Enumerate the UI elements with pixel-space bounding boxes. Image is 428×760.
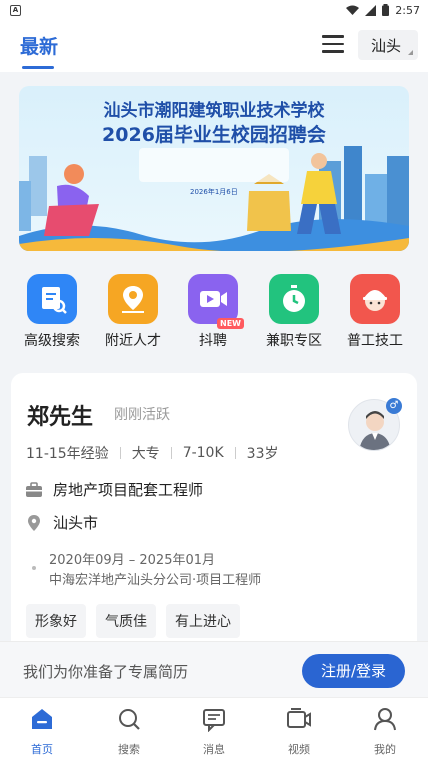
wifi-icon: [346, 5, 360, 15]
register-login-button[interactable]: 注册/登录: [302, 654, 405, 688]
tag-list: 形象好 气质佳 有上进心: [26, 604, 240, 638]
banner-title-2: 2026届毕业生校园招聘会: [102, 124, 326, 146]
register-prompt-text: 我们为你准备了专属简历: [23, 663, 189, 681]
status-bar: A 2:57: [0, 0, 428, 20]
worker-icon: [350, 274, 400, 324]
quick-entry-nearby[interactable]: 附近人才: [93, 274, 173, 350]
corner-triangle-icon: [408, 50, 413, 55]
quick-entry-label: 附近人才: [105, 333, 161, 349]
promo-banner[interactable]: 汕头市潮阳建筑职业技术学校 2026届毕业生校园招聘会 2026年1月6日: [19, 86, 409, 251]
nav-label: 搜索: [118, 743, 140, 756]
nav-home[interactable]: 首页: [7, 706, 77, 757]
signal-icon: [365, 4, 377, 16]
nav-label: 视频: [288, 743, 310, 756]
candidate-meta: 11-15年经验 大专 7-10K 33岁: [26, 443, 278, 463]
video-icon: NEW: [188, 274, 244, 329]
nav-messages[interactable]: 消息: [179, 706, 249, 757]
experience: 11-15年经验: [26, 446, 109, 462]
message-icon: [203, 709, 225, 733]
position-row: 房地产项目配套工程师: [25, 479, 203, 500]
education: 大专: [131, 446, 160, 462]
quick-entry-bar: 高级搜索 附近人才 NEW 抖聘 兼职专区 普工技工: [0, 262, 428, 360]
profile-icon: [374, 708, 396, 731]
tab-active-indicator: [22, 66, 54, 69]
timeline-dot: [32, 566, 36, 570]
quick-entry-label: 普工技工: [347, 333, 403, 349]
tag: 形象好: [26, 604, 86, 638]
candidate-name: 郑先生: [27, 405, 94, 430]
male-icon: ♂: [386, 398, 402, 414]
top-header: 最新 汕头: [0, 20, 428, 72]
quick-entry-douping[interactable]: NEW 抖聘: [173, 274, 253, 350]
city-row: 汕头市: [25, 512, 98, 533]
nav-profile[interactable]: 我的: [350, 706, 420, 757]
banner-date: 2026年1月6日: [190, 188, 238, 196]
quick-entry-workers[interactable]: 普工技工: [335, 274, 415, 350]
location-icon: [28, 514, 40, 531]
tag: 有上进心: [166, 604, 240, 638]
app-notification-icon: A: [10, 4, 21, 16]
status-time: 2:57: [395, 3, 420, 17]
position: 房地产项目配套工程师: [53, 481, 204, 499]
city-label: 汕头: [371, 37, 402, 55]
candidate-card[interactable]: 郑先生 刚刚活跃 ♂ 11-15年经验 大专 7-10K 33岁 房地产项目配套…: [11, 373, 417, 663]
map-pin-icon: [108, 274, 158, 324]
bottom-nav: 首页 搜索 消息 视频 我的: [0, 697, 428, 760]
battery-icon: [382, 4, 390, 16]
stopwatch-icon: [269, 274, 319, 324]
nav-label: 我的: [374, 743, 396, 756]
banner-info-box: [139, 148, 289, 182]
quick-entry-parttime[interactable]: 兼职专区: [254, 274, 334, 350]
home-icon: [32, 709, 52, 729]
nav-label: 首页: [31, 743, 53, 756]
briefcase-icon: [26, 481, 42, 497]
nav-search[interactable]: 搜索: [94, 706, 164, 757]
quick-entry-label: 高级搜索: [24, 333, 80, 349]
work-company: 中海宏洋地产汕头分公司·项目工程师: [49, 573, 262, 588]
quick-entry-label: 兼职专区: [266, 333, 322, 349]
tag: 气质佳: [96, 604, 156, 638]
search-icon: [119, 709, 140, 730]
new-badge: NEW: [217, 318, 244, 329]
city-selector[interactable]: 汕头: [358, 30, 418, 60]
nav-video[interactable]: 视频: [264, 706, 334, 757]
register-prompt-bar: 我们为你准备了专属简历 注册/登录: [0, 641, 428, 697]
banner-title-1: 汕头市潮阳建筑职业技术学校: [103, 101, 325, 121]
work-period: 2020年09月 – 2025年01月: [49, 553, 216, 568]
video-icon: [287, 708, 311, 728]
nav-label: 消息: [203, 743, 225, 756]
age: 33岁: [246, 446, 279, 462]
quick-entry-label: 抖聘: [199, 333, 227, 349]
menu-icon[interactable]: [322, 35, 344, 53]
search-doc-icon: [27, 274, 77, 324]
active-status: 刚刚活跃: [114, 407, 170, 423]
city: 汕头市: [53, 514, 99, 532]
tab-latest[interactable]: 最新: [20, 32, 58, 59]
quick-entry-advanced-search[interactable]: 高级搜索: [12, 274, 92, 350]
salary: 7-10K: [182, 445, 224, 461]
